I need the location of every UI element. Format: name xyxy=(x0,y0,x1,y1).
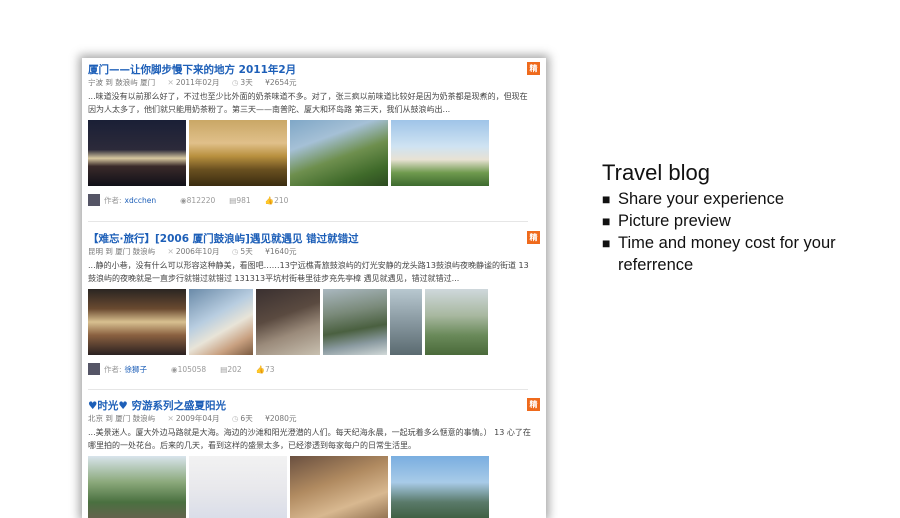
comment-count: 202 xyxy=(227,364,242,374)
photo-thumbnail[interactable] xyxy=(88,120,186,186)
entry-divider xyxy=(88,221,528,222)
clock-icon: ◷ xyxy=(231,414,239,423)
photo-thumbnail[interactable] xyxy=(189,289,253,355)
author-row: 作者: xdcchen ◉ 812220 ▤ 981 👍 210 xyxy=(88,194,302,206)
photo-thumbnail[interactable] xyxy=(290,120,388,186)
like-count: 210 xyxy=(274,195,289,205)
trip-cost: ¥1640元 xyxy=(265,247,297,256)
calendar-icon: ✕ xyxy=(167,414,174,423)
photo-thumbnail[interactable] xyxy=(189,120,287,186)
blog-title-link[interactable]: 厦门——让你脚步慢下来的地方 2011年2月 xyxy=(88,62,296,77)
photo-thumbnail[interactable] xyxy=(391,120,489,186)
view-count: 105058 xyxy=(177,364,207,374)
photo-thumbnail[interactable] xyxy=(391,456,489,518)
photo-thumbnail[interactable] xyxy=(323,289,387,355)
trip-cost: ¥2080元 xyxy=(265,414,297,423)
entry-divider xyxy=(88,389,528,390)
avatar[interactable] xyxy=(88,194,100,206)
photo-preview-strip xyxy=(88,120,540,186)
photo-preview-strip xyxy=(88,456,540,518)
square-bullet-icon: ■ xyxy=(602,191,611,207)
feature-annotation: Travel blog ■ Share your experience ■ Pi… xyxy=(602,160,892,276)
photo-thumbnail[interactable] xyxy=(425,289,488,355)
annotation-heading: Travel blog xyxy=(602,160,711,185)
photo-thumbnail[interactable] xyxy=(290,456,388,518)
calendar-icon: ✕ xyxy=(167,78,174,87)
blog-excerpt: ...味道没有以前那么好了，不过也至少比外面的奶茶味道不多。对了，张三疯以前味道… xyxy=(88,92,528,114)
annotation-item: ■ Share your experience xyxy=(602,188,892,210)
trip-date: 2011年02月 xyxy=(175,78,220,87)
author-row: 作者: 徐狮子 ◉ 105058 ▤ 202 👍 73 xyxy=(88,363,289,375)
trip-cost: ¥2654元 xyxy=(265,78,297,87)
photo-thumbnail[interactable] xyxy=(189,456,287,518)
annotation-item-text: Time and money cost for your referrence xyxy=(618,234,836,274)
clock-icon: ◷ xyxy=(231,247,239,256)
calendar-icon: ✕ xyxy=(167,247,174,256)
comment-icon: ▤ xyxy=(220,364,228,374)
like-count: 73 xyxy=(264,364,275,374)
blog-title-link[interactable]: ♥时光♥ 穷游系列之盛夏阳光 xyxy=(88,398,226,413)
trip-days: 6天 xyxy=(240,414,253,423)
photo-preview-strip xyxy=(88,289,540,355)
photo-thumbnail[interactable] xyxy=(256,289,320,355)
trip-route: 昆明 到 厦门 鼓浪屿 xyxy=(88,247,156,256)
trip-meta: 北京 到 厦门 鼓浪屿 ✕ 2009年04月 ◷ 6天 ¥2080元 xyxy=(88,413,306,424)
annotation-item-text: Picture preview xyxy=(618,212,731,230)
comment-icon: ▤ xyxy=(229,195,237,205)
trip-meta: 宁波 到 鼓浪屿 厦门 ✕ 2011年02月 ◷ 3天 ¥2654元 xyxy=(88,77,306,88)
featured-badge: 精 xyxy=(527,398,540,411)
thumbs-up-icon: 👍 xyxy=(255,364,265,374)
author-name[interactable]: 徐狮子 xyxy=(125,364,148,375)
blog-title-link[interactable]: 【难忘·旅行】[2006 厦门鼓浪屿]遇见就遇见 错过就错过 xyxy=(88,231,359,246)
trip-route: 北京 到 厦门 鼓浪屿 xyxy=(88,414,156,423)
avatar[interactable] xyxy=(88,363,100,375)
comment-count: 981 xyxy=(236,195,251,205)
annotation-item: ■ Time and money cost for your referrenc… xyxy=(602,232,892,276)
featured-badge: 精 xyxy=(527,62,540,75)
view-count: 812220 xyxy=(186,195,216,205)
clock-icon: ◷ xyxy=(231,78,239,87)
trip-route: 宁波 到 鼓浪屿 厦门 xyxy=(88,78,156,87)
square-bullet-icon: ■ xyxy=(602,235,611,251)
photo-thumbnail[interactable] xyxy=(390,289,422,355)
photo-thumbnail[interactable] xyxy=(88,289,186,355)
blog-excerpt: ...美景迷人。厦大外边马路就是大海。海边的沙滩和阳光澄潜的人们。每天纪海永晨，… xyxy=(88,428,531,450)
thumbs-up-icon: 👍 xyxy=(264,195,275,205)
annotation-item: ■ Picture preview xyxy=(602,210,892,232)
photo-thumbnail[interactable] xyxy=(88,456,186,518)
trip-date: 2009年04月 xyxy=(175,414,220,423)
blog-list-panel: 厦门——让你脚步慢下来的地方 2011年2月 精 宁波 到 鼓浪屿 厦门 ✕ 20… xyxy=(82,58,546,518)
blog-excerpt: ...静的小巷，没有什么可以形容这种静美，看图吧……13宁远樵青旅鼓浪屿的灯光安… xyxy=(88,261,529,283)
trip-days: 5天 xyxy=(240,247,253,256)
trip-date: 2006年10月 xyxy=(175,247,220,256)
annotation-item-text: Share your experience xyxy=(618,190,785,208)
square-bullet-icon: ■ xyxy=(602,213,611,229)
trip-meta: 昆明 到 厦门 鼓浪屿 ✕ 2006年10月 ◷ 5天 ¥1640元 xyxy=(88,246,306,257)
author-name[interactable]: xdcchen xyxy=(125,196,157,205)
featured-badge: 精 xyxy=(527,231,540,244)
trip-days: 3天 xyxy=(240,78,253,87)
